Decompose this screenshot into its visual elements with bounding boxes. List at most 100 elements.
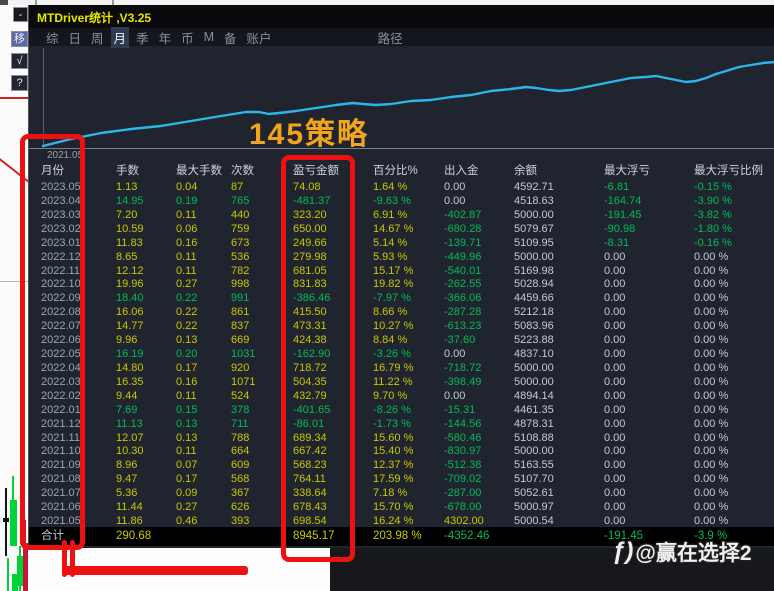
table-cell: 0.00 % xyxy=(694,250,729,263)
table-cell: -15.31 xyxy=(444,403,476,416)
tool-button-√[interactable]: √ xyxy=(11,53,28,69)
table-cell: 0.00 xyxy=(604,487,626,500)
table-cell: 0.22 xyxy=(176,320,198,333)
table-cell: 8.84 % xyxy=(373,334,408,347)
table-cell: 0.00 % xyxy=(694,306,729,319)
table-cell: 10.30 xyxy=(116,445,144,458)
tool-button-?[interactable]: ? xyxy=(11,75,28,91)
table-cell: 5000.00 xyxy=(514,250,554,263)
table-cell: 711 xyxy=(231,417,249,430)
minimize-button[interactable]: - xyxy=(13,7,28,22)
table-cell: 0.27 xyxy=(176,278,198,291)
table-cell: 0.00 % xyxy=(694,389,729,402)
table-cell: 11.83 xyxy=(116,236,143,249)
table-cell: -718.72 xyxy=(444,361,482,374)
table-cell: 0.17 xyxy=(176,361,198,374)
table-cell: -0.16 % xyxy=(694,236,732,249)
table-row: 2022.08 16.06 0.22 861 415.50 8.66 % -287.28 52… xyxy=(29,305,774,319)
table-cell: 10.59 xyxy=(116,222,144,235)
table-cell: 7.69 xyxy=(116,403,138,416)
table-row: 2021.06 11.44 0.27 626 678.43 15.70 % -678.00 5… xyxy=(29,500,774,514)
tool-button-移[interactable]: 移 xyxy=(11,31,28,47)
table-cell: 524 xyxy=(231,389,250,402)
table-cell: 0.04 xyxy=(176,181,198,193)
column-header: 百分比% xyxy=(373,165,418,177)
table-cell: 0.00 % xyxy=(694,264,729,277)
table-row: 2022.01 7.69 0.15 378 -401.65 -8.26 % -15.31 44… xyxy=(29,403,774,417)
equity-curve xyxy=(41,60,774,148)
table-cell: 5223.88 xyxy=(514,334,554,347)
table-row: 2021.11 12.07 0.13 788 689.34 15.60 % -580.46 5… xyxy=(29,431,774,445)
table-cell: 0.00 xyxy=(444,348,466,361)
table-cell: 5028.94 xyxy=(514,278,554,291)
table-cell: 16.24 % xyxy=(373,515,414,528)
table-cell: 0.07 xyxy=(176,459,198,472)
table-cell: -8.31 xyxy=(604,236,630,249)
table-cell: 0.00 % xyxy=(694,473,729,486)
column-header: 最大浮亏比例 xyxy=(694,165,763,177)
table-cell: 0.00 xyxy=(604,473,626,486)
candlestick xyxy=(19,546,21,591)
table-cell: -830.97 xyxy=(444,445,482,458)
table-cell: 5000.00 xyxy=(514,375,554,388)
table-cell: 8.65 xyxy=(116,250,138,263)
table-cell: 0.22 xyxy=(176,292,198,305)
table-cell: -540.01 xyxy=(444,264,482,277)
annotation-stroke xyxy=(70,540,75,577)
menu-item-M[interactable]: M xyxy=(201,29,217,45)
table-cell: 19.96 xyxy=(116,278,144,291)
background-red-line xyxy=(0,97,28,99)
table-cell: 9.47 xyxy=(116,473,138,486)
watermark-text: @赢在选择2 xyxy=(635,542,752,565)
watermark-logo-icon: ƒ) xyxy=(612,538,634,565)
table-cell: 4878.31 xyxy=(514,417,554,430)
total-cell: 203.98 % xyxy=(373,530,422,542)
table-cell: 782 xyxy=(231,264,250,277)
table-cell: 664 xyxy=(231,445,250,458)
table-cell: 0.15 xyxy=(176,403,198,416)
table-cell: -164.74 xyxy=(604,194,642,207)
table-cell: 0.00 xyxy=(604,459,626,472)
table-cell: 367 xyxy=(231,487,250,500)
table-cell: 8.96 xyxy=(116,459,138,472)
titlebar[interactable]: MTDriver统计 ,V3.25 xyxy=(29,5,774,28)
candlestick xyxy=(10,500,17,546)
table-cell: 14.95 xyxy=(116,194,144,207)
table-cell: 998 xyxy=(231,278,250,291)
watermark: ƒ) @赢在选择2 xyxy=(612,537,752,567)
annotation-rectangle xyxy=(281,155,355,562)
table-cell: 0.20 xyxy=(176,348,198,361)
table-cell: 11.13 xyxy=(116,417,143,430)
table-cell: -580.46 xyxy=(444,431,482,444)
table-cell: -90.98 xyxy=(604,222,636,235)
table-cell: 0.00 % xyxy=(694,515,729,528)
total-cell: -4352.46 xyxy=(444,530,490,542)
table-cell: 0.16 xyxy=(176,236,198,249)
table-cell: 0.00 % xyxy=(694,292,729,305)
table-cell: 5107.70 xyxy=(514,473,554,486)
table-cell: 0.00 xyxy=(604,361,626,374)
table-row: 2023.04 14.95 0.19 765 -481.37 -9.63 % 0.00 451… xyxy=(29,194,774,208)
table-cell: -613.23 xyxy=(444,320,482,333)
table-cell: -262.55 xyxy=(444,278,482,291)
table-row: 2021.07 5.36 0.09 367 338.64 7.18 % -287.00 505… xyxy=(29,486,774,500)
table-cell: 837 xyxy=(231,320,250,333)
table-row: 2023.02 10.59 0.06 759 650.00 14.67 % -680.28 5… xyxy=(29,222,774,236)
table-cell: 673 xyxy=(231,236,250,249)
table-cell: 0.11 xyxy=(176,445,197,458)
table-cell: 0.00 xyxy=(604,515,626,528)
table-cell: 8.66 % xyxy=(373,306,408,319)
table-cell: 11.22 % xyxy=(373,375,413,388)
table-cell: 0.13 xyxy=(176,334,198,347)
table-cell: 0.19 xyxy=(176,194,198,207)
table-cell: 626 xyxy=(231,501,250,514)
strategy-label: 145策略 xyxy=(249,118,370,151)
table-cell: 0.11 xyxy=(176,389,197,402)
table-cell: -709.02 xyxy=(444,473,482,486)
table-cell: 0.00 % xyxy=(694,361,729,374)
table-header-row: 月份 手数 最大手数 次数 盈亏金额 百分比% 出入金 余额 最大浮亏 最大浮亏比例 xyxy=(29,162,774,177)
table-cell: 7.18 % xyxy=(373,487,408,500)
column-header: 最大浮亏 xyxy=(604,165,650,177)
table-row: 2021.12 11.13 0.13 711 -86.01 -1.73 % -144.56 4… xyxy=(29,417,774,431)
table-row: 2022.07 14.77 0.22 837 473.31 10.27 % -613.23 5… xyxy=(29,319,774,333)
